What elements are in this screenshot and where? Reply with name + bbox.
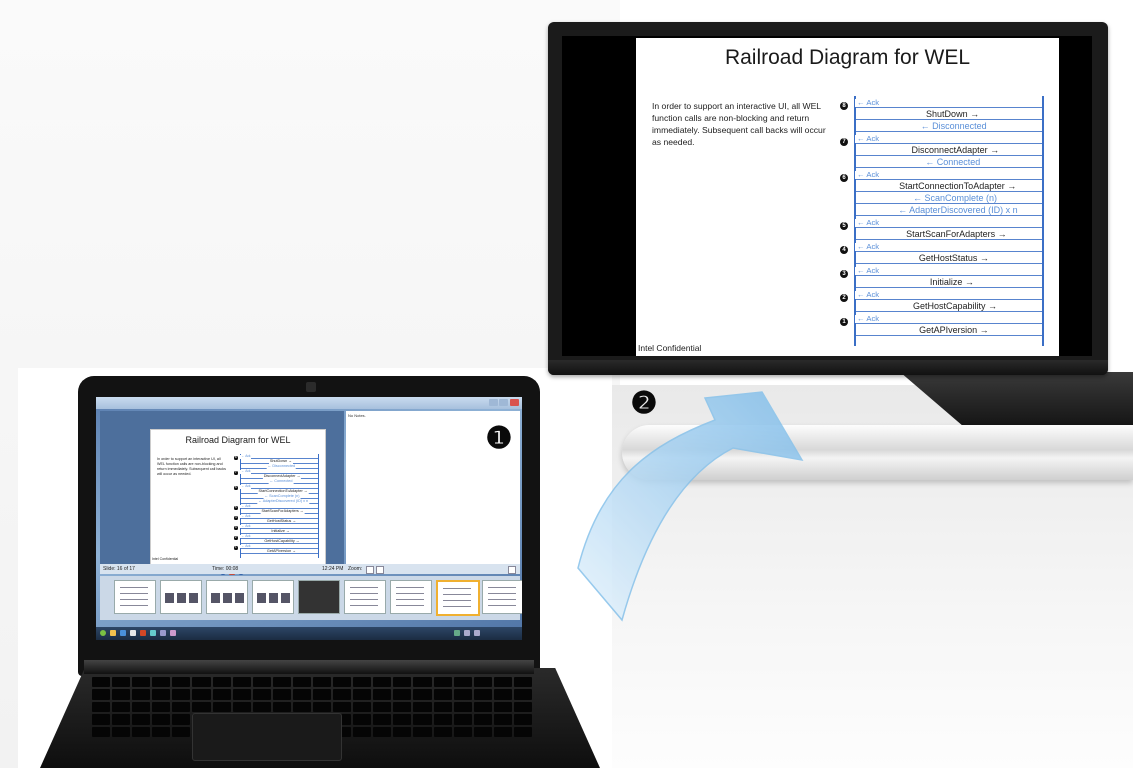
laptop-step-marker: ❶ [485,422,513,455]
monitor-step-marker: ❷ [630,387,658,420]
projection-arrow [577,391,804,622]
curved-arrow-shape [577,391,804,622]
